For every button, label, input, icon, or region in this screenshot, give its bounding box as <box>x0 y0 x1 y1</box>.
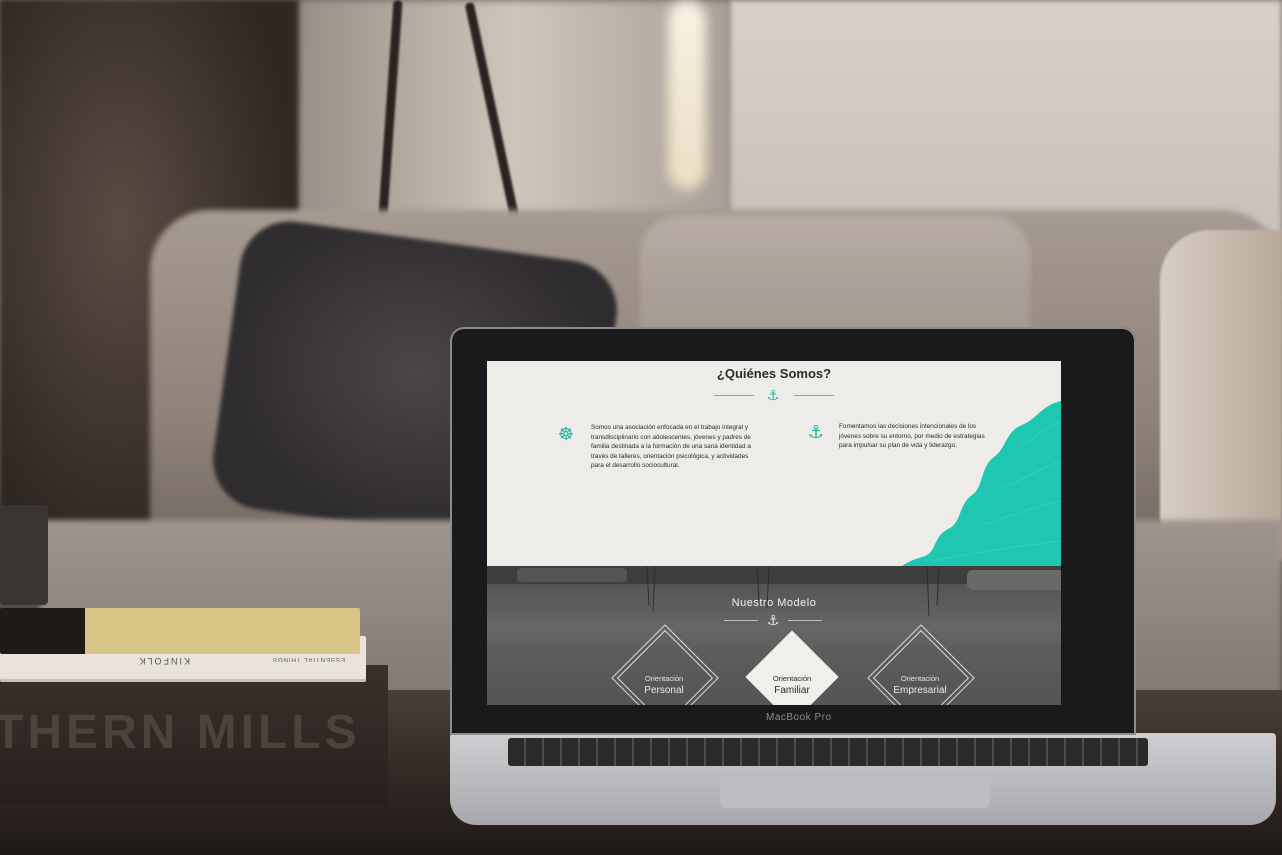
about-left-text: Somos una asociación enfocada en el trab… <box>591 424 751 469</box>
divider-right <box>794 395 834 396</box>
trackpad <box>720 772 990 808</box>
book-yellow <box>0 608 360 654</box>
item-personal-small: Orientación <box>644 674 684 683</box>
about-heading: ¿Quiénes Somos? <box>716 366 832 381</box>
lamp-glow <box>668 0 706 190</box>
about-section: ¿Quiénes Somos? ⚓ ☸ Somos una asociación… <box>487 361 1061 566</box>
model-divider-left <box>724 620 758 621</box>
item-familiar-big: Familiar <box>774 685 810 696</box>
model-divider-right <box>788 620 822 621</box>
ship-icon: ⚓ <box>766 387 780 403</box>
item-familiar-small: Orientación <box>772 674 812 683</box>
divider-left <box>714 395 754 396</box>
anchor-icon: ⚓ <box>807 422 825 442</box>
teal-wave-decoration <box>902 401 1061 566</box>
right-pillow <box>1160 230 1282 560</box>
laptop-brand: MacBook Pro <box>766 712 832 723</box>
book-spine-title: KINFOLK <box>137 656 190 666</box>
item-personal[interactable]: Orientación Personal <box>614 674 714 696</box>
item-empresarial[interactable]: Orientación Empresarial <box>870 674 970 696</box>
ship-wheel-icon: ☸ <box>557 424 575 444</box>
item-empresarial-big: Empresarial <box>893 685 947 696</box>
model-heading: Nuestro Modelo <box>731 597 817 609</box>
camera <box>0 505 48 605</box>
item-empresarial-small: Orientación <box>900 674 940 683</box>
crate-text: THERN MILLS <box>0 706 361 759</box>
item-familiar[interactable]: Orientación Familiar <box>742 674 842 696</box>
item-personal-big: Personal <box>644 685 684 696</box>
keyboard <box>508 738 1148 766</box>
laptop-screen: ¿Quiénes Somos? ⚓ ☸ Somos una asociación… <box>487 361 1061 705</box>
model-anchor-icon: ⚓ <box>766 612 780 628</box>
book-spine-subtitle: ESSENTIAL THINGS <box>271 656 345 662</box>
